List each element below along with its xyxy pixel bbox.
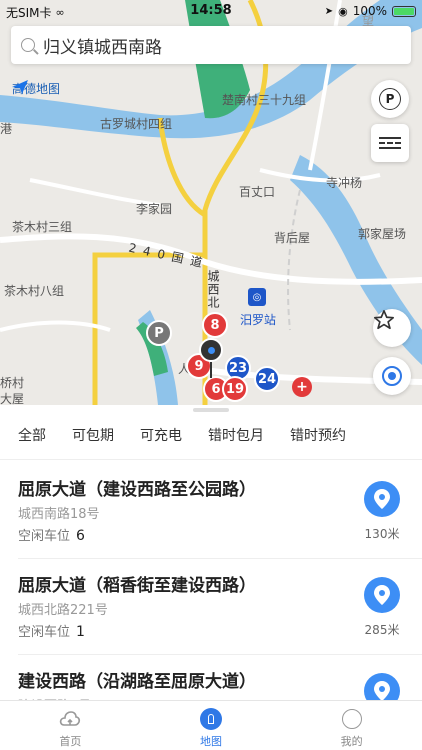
free-spaces: 空闲车位 1 bbox=[18, 624, 85, 640]
parking-pin[interactable]: 19 bbox=[222, 376, 248, 402]
parking-marker-icon[interactable]: P bbox=[146, 320, 172, 346]
locate-icon bbox=[382, 366, 402, 386]
map-label: 背后屋 bbox=[274, 231, 311, 245]
parking-list-item[interactable]: 屈原大道（建设西路至公园路） 城西南路18号 空闲车位 6 130米 bbox=[18, 463, 422, 559]
map-label: 茶木村八组 bbox=[4, 284, 65, 298]
map-label: 寺冲杨 bbox=[326, 176, 363, 190]
filter-offpeak-booking[interactable]: 错时预约 bbox=[290, 425, 346, 445]
map-label: 桥村 bbox=[0, 376, 25, 390]
tab-home[interactable]: 首页 bbox=[0, 701, 141, 750]
map-label: 大屋 bbox=[0, 392, 25, 405]
alarm-icon: ◉ bbox=[338, 4, 348, 18]
parking-list-item[interactable]: 屈原大道（稻香街至建设西路） 城西北路221号 空闲车位 1 285米 bbox=[18, 559, 422, 655]
parking-layer-button[interactable]: P bbox=[371, 80, 409, 118]
map-label: 李家园 bbox=[136, 202, 173, 216]
parking-pin[interactable]: 24 bbox=[254, 366, 280, 392]
status-bar: 无SIM卡 ∞ 14:58 ➤ ◉ 100% bbox=[0, 0, 422, 22]
map-label: 茶木村三组 bbox=[12, 220, 73, 234]
home-icon bbox=[58, 707, 82, 731]
app-screen: 楚南村三十九组 古罗城村四组 百丈口 寺冲杨 李家园 茶木村三组 背后屋 郭家屋… bbox=[0, 0, 422, 750]
parking-name: 屈原大道（稻香街至建设西路） bbox=[18, 576, 256, 596]
metro-station-icon: ◎ bbox=[248, 288, 266, 306]
navigate-button[interactable] bbox=[364, 481, 400, 517]
location-services-icon: ➤ bbox=[324, 5, 334, 17]
traffic-icon bbox=[379, 137, 401, 149]
amap-logo: 高德地图 bbox=[12, 80, 61, 96]
map-label: 楚南村三十九组 bbox=[222, 93, 307, 107]
favorite-button[interactable] bbox=[373, 309, 411, 347]
parking-address: 城西南路18号 bbox=[18, 507, 100, 522]
parking-name: 屈原大道（建设西路至公园路） bbox=[18, 480, 256, 500]
battery-percent: 100% bbox=[352, 4, 387, 18]
parking-pin[interactable]: 8 bbox=[202, 312, 228, 338]
distance: 130米 bbox=[364, 527, 400, 541]
sheet-handle[interactable] bbox=[193, 408, 229, 412]
traffic-layer-button[interactable] bbox=[371, 124, 409, 162]
map-tab-icon bbox=[199, 707, 223, 731]
parking-address: 城西北路221号 bbox=[18, 603, 108, 618]
distance: 285米 bbox=[364, 623, 400, 637]
hospital-icon: + bbox=[292, 377, 312, 397]
battery-icon bbox=[392, 5, 416, 17]
road-label: 城西北 bbox=[206, 270, 220, 309]
search-text: 归义镇城西南路 bbox=[43, 37, 162, 58]
profile-icon bbox=[340, 707, 364, 731]
tab-bar: 首页 地图 我的 bbox=[0, 700, 422, 750]
map-label: 港 bbox=[0, 122, 13, 136]
tab-profile[interactable]: 我的 bbox=[281, 701, 422, 750]
search-bar[interactable]: 归义镇城西南路 bbox=[11, 26, 411, 64]
parking-icon: P bbox=[379, 88, 401, 110]
locate-me-button[interactable] bbox=[373, 357, 411, 395]
filter-charging[interactable]: 可充电 bbox=[140, 425, 182, 445]
current-location-marker-icon bbox=[199, 338, 223, 362]
location-pin-icon bbox=[374, 489, 390, 509]
location-pin-icon bbox=[374, 585, 390, 605]
filter-offpeak-monthly[interactable]: 错时包月 bbox=[208, 425, 264, 445]
free-spaces: 空闲车位 6 bbox=[18, 528, 85, 544]
map-label: 百丈口 bbox=[239, 185, 276, 199]
filter-monthly[interactable]: 可包期 bbox=[72, 425, 114, 445]
parking-list-sheet: 全部 可包期 可充电 错时包月 错时预约 屈原大道（建设西路至公园路） 城西南路… bbox=[0, 405, 422, 714]
map-label: 郭家屋场 bbox=[358, 227, 407, 241]
location-pin-icon bbox=[374, 681, 390, 701]
map-label: 古罗城村四组 bbox=[100, 117, 173, 131]
divider bbox=[0, 459, 422, 460]
navigate-button[interactable] bbox=[364, 577, 400, 613]
map-label: 汨罗站 bbox=[240, 313, 277, 327]
tab-map[interactable]: 地图 bbox=[141, 701, 282, 750]
search-icon bbox=[21, 38, 35, 52]
location-marker-stem bbox=[210, 362, 212, 378]
parking-name: 建设西路（沿湖路至屈原大道） bbox=[18, 672, 256, 692]
star-icon bbox=[374, 310, 394, 330]
filter-all[interactable]: 全部 bbox=[18, 425, 46, 445]
